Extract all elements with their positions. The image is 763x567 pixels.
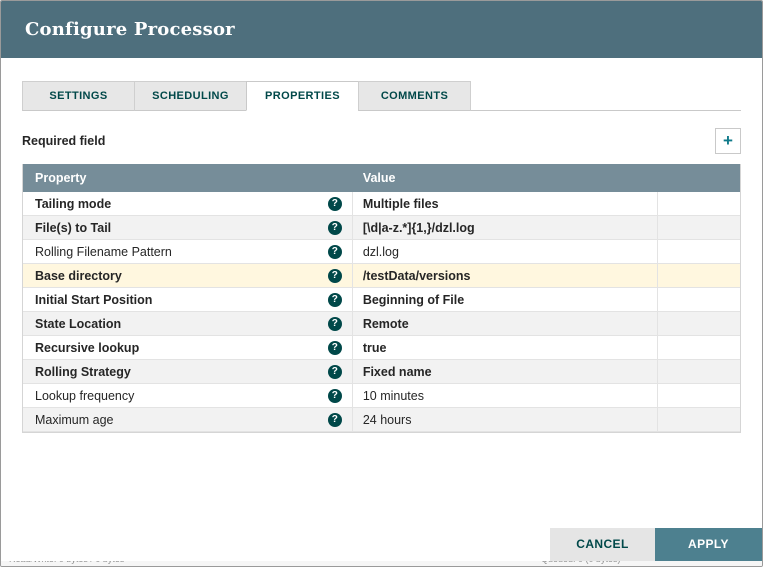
property-name: Maximum age <box>35 412 114 427</box>
property-name-cell[interactable]: Rolling Strategy? <box>23 360 353 383</box>
property-value[interactable]: Remote <box>353 312 658 335</box>
property-name-cell[interactable]: Maximum age? <box>23 408 353 431</box>
property-name-cell[interactable]: Tailing mode? <box>23 192 353 215</box>
property-name: Rolling Filename Pattern <box>35 244 172 259</box>
row-spacer <box>658 336 740 359</box>
properties-table-header: Property Value <box>23 164 740 192</box>
table-row[interactable]: Maximum age? 24 hours <box>23 408 740 432</box>
tab-scheduling[interactable]: SCHEDULING <box>134 81 247 111</box>
property-value[interactable]: 10 minutes <box>353 384 658 407</box>
property-name: Initial Start Position <box>35 292 153 307</box>
help-icon[interactable]: ? <box>327 388 342 403</box>
property-value[interactable]: [\d|a-z.*]{1,}/dzl.log <box>353 216 658 239</box>
property-name-cell[interactable]: Lookup frequency? <box>23 384 353 407</box>
row-spacer <box>658 312 740 335</box>
row-spacer <box>658 216 740 239</box>
dialog-title: Configure Processor <box>25 19 235 40</box>
required-field-label: Required field <box>22 134 106 148</box>
property-value[interactable]: 24 hours <box>353 408 658 431</box>
apply-button[interactable]: APPLY <box>655 528 762 561</box>
property-name-cell[interactable]: File(s) to Tail? <box>23 216 353 239</box>
table-row[interactable]: Rolling Filename Pattern? dzl.log <box>23 240 740 264</box>
table-toolbar: Required field + <box>22 128 741 154</box>
help-icon[interactable]: ? <box>327 292 342 307</box>
row-spacer <box>658 384 740 407</box>
tab-properties[interactable]: PROPERTIES <box>246 81 359 111</box>
dialog-header: Configure Processor <box>1 1 762 58</box>
properties-table: Property Value Tailing mode? Multiple fil… <box>22 164 741 433</box>
table-row[interactable]: Tailing mode? Multiple files <box>23 192 740 216</box>
row-spacer <box>658 240 740 263</box>
help-icon[interactable]: ? <box>327 220 342 235</box>
add-property-button[interactable]: + <box>715 128 741 154</box>
configure-processor-dialog: Configure Processor SETTINGS SCHEDULING … <box>1 1 762 561</box>
tab-bar: SETTINGS SCHEDULING PROPERTIES COMMENTS <box>22 81 741 111</box>
property-name: File(s) to Tail <box>35 220 112 235</box>
property-name-cell[interactable]: Recursive lookup? <box>23 336 353 359</box>
property-name: Tailing mode <box>35 196 112 211</box>
property-value[interactable]: Multiple files <box>353 192 658 215</box>
property-value[interactable]: true <box>353 336 658 359</box>
property-name-cell[interactable]: Rolling Filename Pattern? <box>23 240 353 263</box>
cancel-button[interactable]: CANCEL <box>550 528 655 561</box>
help-icon[interactable]: ? <box>327 268 342 283</box>
property-name-cell[interactable]: Base directory? <box>23 264 353 287</box>
row-spacer <box>658 408 740 431</box>
table-row[interactable]: Recursive lookup? true <box>23 336 740 360</box>
column-header-value: Value <box>362 171 396 185</box>
table-row[interactable]: File(s) to Tail? [\d|a-z.*]{1,}/dzl.log <box>23 216 740 240</box>
dialog-footer: CANCEL APPLY <box>550 528 762 561</box>
column-header-property: Property <box>35 171 87 185</box>
dialog-body: SETTINGS SCHEDULING PROPERTIES COMMENTS … <box>1 81 762 433</box>
property-value[interactable]: Fixed name <box>353 360 658 383</box>
property-name: Rolling Strategy <box>35 364 131 379</box>
property-name-cell[interactable]: Initial Start Position? <box>23 288 353 311</box>
property-value[interactable]: dzl.log <box>353 240 658 263</box>
screen: Read/Write: 0 bytes / 0 bytes Queued: 0 … <box>0 0 763 567</box>
row-spacer <box>658 264 740 287</box>
help-icon[interactable]: ? <box>327 244 342 259</box>
property-name: Lookup frequency <box>35 388 135 403</box>
row-spacer <box>658 288 740 311</box>
help-icon[interactable]: ? <box>327 412 342 427</box>
table-row[interactable]: Base directory?/testData/versions <box>23 264 740 288</box>
property-name-cell[interactable]: State Location? <box>23 312 353 335</box>
property-value[interactable]: Beginning of File <box>353 288 658 311</box>
table-row[interactable]: Initial Start Position? Beginning of File <box>23 288 740 312</box>
property-value[interactable]: /testData/versions <box>353 264 658 287</box>
properties-table-body: Tailing mode? Multiple files File(s) to Ta… <box>23 192 740 432</box>
table-row[interactable]: State Location? Remote <box>23 312 740 336</box>
property-name: State Location <box>35 316 122 331</box>
help-icon[interactable]: ? <box>327 340 342 355</box>
tab-settings[interactable]: SETTINGS <box>22 81 135 111</box>
row-spacer <box>658 192 740 215</box>
help-icon[interactable]: ? <box>327 196 342 211</box>
help-icon[interactable]: ? <box>327 316 342 331</box>
table-row[interactable]: Rolling Strategy? Fixed name <box>23 360 740 384</box>
help-icon[interactable]: ? <box>327 364 342 379</box>
tab-comments[interactable]: COMMENTS <box>358 81 471 111</box>
property-name: Recursive lookup <box>35 340 140 355</box>
property-name: Base directory <box>35 268 122 283</box>
row-spacer <box>658 360 740 383</box>
table-row[interactable]: Lookup frequency? 10 minutes <box>23 384 740 408</box>
